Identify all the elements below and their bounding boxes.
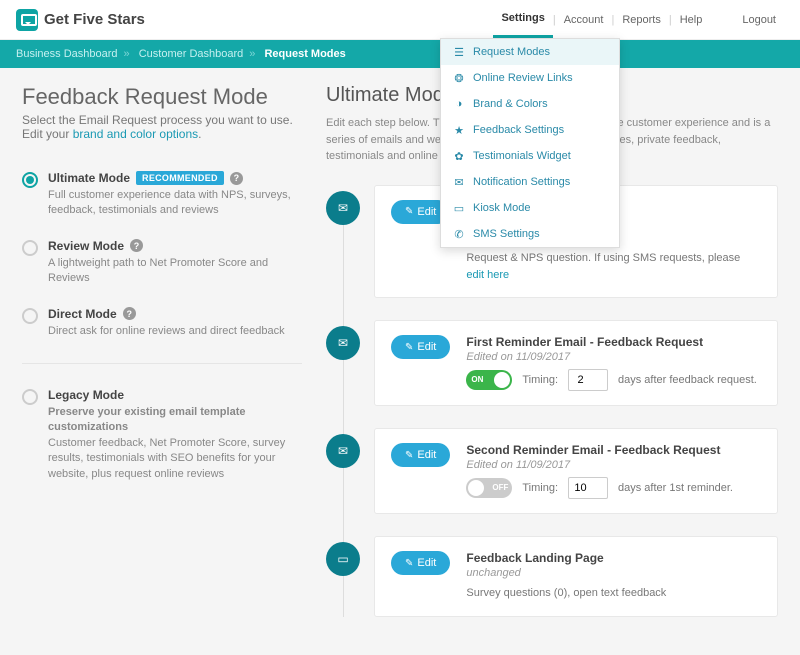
mode-legacy-desc2: Customer feedback, Net Promoter Score, s… bbox=[48, 436, 302, 482]
radio-direct[interactable] bbox=[22, 308, 38, 324]
settings-menu-item[interactable]: ☰ Request Modes bbox=[441, 39, 619, 65]
subtitle-end: . bbox=[198, 127, 201, 141]
radio-legacy[interactable] bbox=[22, 389, 38, 405]
edit-button[interactable]: Edit bbox=[391, 551, 450, 575]
menu-item-icon: ✿ bbox=[453, 150, 465, 162]
mode-review[interactable]: Review Mode? A lightweight path to Net P… bbox=[22, 229, 302, 297]
toggle-off-label: OFF bbox=[492, 483, 508, 492]
brand-name: Get Five Stars bbox=[44, 11, 145, 28]
timing-label: Timing: bbox=[522, 482, 558, 494]
step3-sub: Edited on 11/09/2017 bbox=[466, 459, 761, 471]
mode-ultimate-title: Ultimate Mode bbox=[48, 171, 130, 185]
menu-item-label: Brand & Colors bbox=[473, 98, 548, 110]
settings-menu-item[interactable]: ✉ Notification Settings bbox=[441, 169, 619, 195]
settings-menu-item[interactable]: ★ Feedback Settings bbox=[441, 117, 619, 143]
nav-settings[interactable]: Settings bbox=[493, 1, 552, 38]
menu-item-icon: ▭ bbox=[453, 202, 465, 214]
help-icon[interactable]: ? bbox=[230, 172, 243, 185]
step2-title: First Reminder Email - Feedback Request bbox=[466, 335, 761, 349]
timing-input[interactable] bbox=[568, 369, 608, 391]
settings-menu-item[interactable]: ✆ SMS Settings bbox=[441, 221, 619, 247]
menu-item-label: Kiosk Mode bbox=[473, 202, 530, 214]
edit-here-link[interactable]: edit here bbox=[466, 269, 509, 281]
menu-item-label: Testimonials Widget bbox=[473, 150, 571, 162]
mail-icon: ✉ bbox=[326, 434, 360, 468]
timing-after: days after feedback request. bbox=[618, 374, 757, 386]
menu-item-label: SMS Settings bbox=[473, 228, 540, 240]
radio-ultimate[interactable] bbox=[22, 172, 38, 188]
timing-after: days after 1st reminder. bbox=[618, 482, 733, 494]
page-subtitle: Select the Email Request process you wan… bbox=[22, 113, 302, 141]
timing-input[interactable] bbox=[568, 477, 608, 499]
brand-options-link[interactable]: brand and color options bbox=[73, 127, 198, 141]
edit-button[interactable]: Edit bbox=[391, 443, 450, 467]
menu-item-icon: ✉ bbox=[453, 176, 465, 188]
page-title: Feedback Request Mode bbox=[22, 84, 302, 110]
help-icon[interactable]: ? bbox=[130, 239, 143, 252]
brand-logo[interactable]: Get Five Stars bbox=[16, 9, 145, 31]
step4-title: Feedback Landing Page bbox=[466, 551, 761, 565]
nav-logout[interactable]: Logout bbox=[734, 14, 784, 26]
timing-label: Timing: bbox=[522, 374, 558, 386]
recommended-badge: RECOMMENDED bbox=[136, 171, 224, 185]
mode-direct[interactable]: Direct Mode? Direct ask for online revie… bbox=[22, 297, 302, 349]
step4-line: Survey questions (0), open text feedback bbox=[466, 585, 761, 602]
mode-legacy-desc1: Preserve your existing email template cu… bbox=[48, 406, 245, 433]
step4-sub: unchanged bbox=[466, 567, 761, 579]
divider bbox=[22, 363, 302, 364]
breadcrumb-customer[interactable]: Customer Dashboard bbox=[139, 48, 244, 60]
radio-review[interactable] bbox=[22, 240, 38, 256]
page-icon: ▭ bbox=[326, 542, 360, 576]
mode-direct-title: Direct Mode bbox=[48, 307, 117, 321]
settings-menu-item[interactable]: ▭ Kiosk Mode bbox=[441, 195, 619, 221]
toggle-on-label: ON bbox=[471, 375, 483, 384]
mode-ultimate[interactable]: Ultimate Mode RECOMMENDED ? Full custome… bbox=[22, 161, 302, 229]
mode-ultimate-desc: Full customer experience data with NPS, … bbox=[48, 188, 302, 219]
menu-item-label: Online Review Links bbox=[473, 72, 573, 84]
step2-sub: Edited on 11/09/2017 bbox=[466, 351, 761, 363]
breadcrumb-business[interactable]: Business Dashboard bbox=[16, 48, 118, 60]
menu-item-icon: ❂ bbox=[453, 72, 465, 84]
mode-review-title: Review Mode bbox=[48, 239, 124, 253]
top-nav: Settings| Account| Reports| Help Logout bbox=[493, 1, 784, 38]
toggle-off[interactable]: OFF bbox=[466, 478, 512, 498]
edit-button[interactable]: Edit bbox=[391, 335, 450, 359]
nav-account[interactable]: Account bbox=[556, 14, 612, 26]
settings-menu-item[interactable]: ✿ Testimonials Widget bbox=[441, 143, 619, 169]
menu-item-icon: ☰ bbox=[453, 46, 465, 58]
mail-icon: ✉ bbox=[326, 191, 360, 225]
step1-line2: Request & NPS question. If using SMS req… bbox=[466, 252, 740, 264]
mail-icon: ✉ bbox=[326, 326, 360, 360]
menu-item-icon: ★ bbox=[453, 124, 465, 136]
breadcrumb: Business Dashboard» Customer Dashboard» … bbox=[0, 40, 800, 68]
step3-title: Second Reminder Email - Feedback Request bbox=[466, 443, 761, 457]
menu-item-icon: ◑ bbox=[453, 98, 465, 110]
logo-icon bbox=[16, 9, 38, 31]
menu-item-label: Notification Settings bbox=[473, 176, 570, 188]
mode-legacy[interactable]: Legacy Mode Preserve your existing email… bbox=[22, 378, 302, 492]
settings-menu-item[interactable]: ❂ Online Review Links bbox=[441, 65, 619, 91]
mode-review-desc: A lightweight path to Net Promoter Score… bbox=[48, 256, 302, 287]
settings-dropdown: ☰ Request Modes ❂ Online Review Links ◑ Brand… bbox=[440, 38, 620, 248]
help-icon[interactable]: ? bbox=[123, 307, 136, 320]
menu-item-label: Request Modes bbox=[473, 46, 550, 58]
nav-help[interactable]: Help bbox=[672, 14, 711, 26]
menu-item-icon: ✆ bbox=[453, 228, 465, 240]
menu-item-label: Feedback Settings bbox=[473, 124, 564, 136]
breadcrumb-current: Request Modes bbox=[264, 48, 345, 60]
settings-menu-item[interactable]: ◑ Brand & Colors bbox=[441, 91, 619, 117]
mode-direct-desc: Direct ask for online reviews and direct… bbox=[48, 324, 302, 339]
nav-reports[interactable]: Reports bbox=[614, 14, 669, 26]
mode-legacy-title: Legacy Mode bbox=[48, 388, 124, 402]
toggle-on[interactable]: ON bbox=[466, 370, 512, 390]
